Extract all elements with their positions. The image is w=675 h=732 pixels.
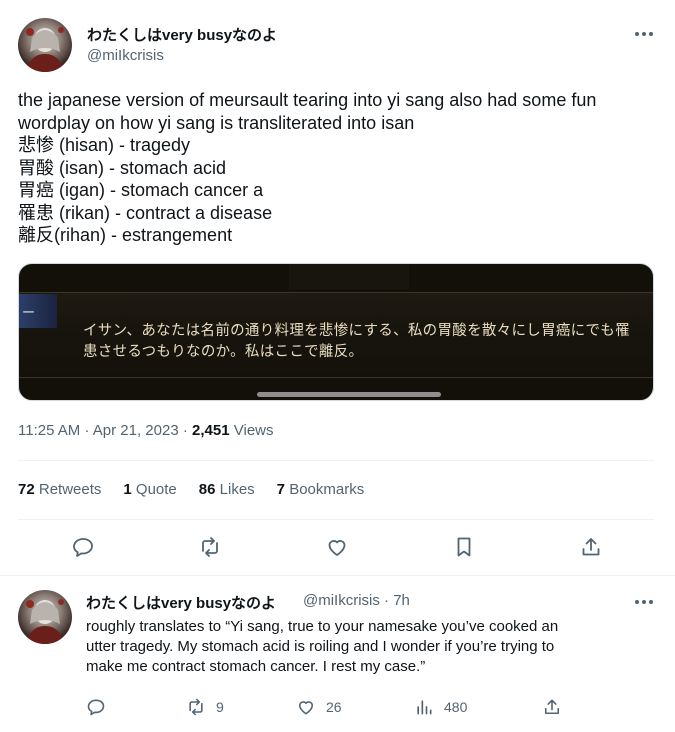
reply-text-line: utter tragedy. My stomach acid is roilin… [86, 638, 555, 655]
reply-like-button[interactable]: 26 [296, 697, 342, 717]
likes-stat[interactable]: 86 Likes [199, 481, 255, 498]
tweet-text-line: 悲惨 (hisan) - tragedy [18, 135, 191, 155]
reply-retweet-button[interactable]: 9 [186, 697, 224, 717]
bookmarks-label: Bookmarks [289, 481, 365, 498]
divider [18, 519, 654, 520]
retweets-count: 72 [18, 481, 35, 498]
share-icon [544, 699, 560, 715]
avatar[interactable] [18, 18, 72, 72]
display-name[interactable]: わたくしはvery busyなのよ [87, 24, 277, 45]
tweet-text: the japanese version of meursault tearin… [18, 89, 658, 247]
tweet-text-line: 胃癌 (igan) - stomach cancer a [18, 180, 264, 200]
media-scrollbar[interactable] [257, 392, 441, 397]
tweet-text-line: 胃酸 (isan) - stomach acid [18, 157, 227, 178]
tweet-media[interactable]: ー イサン、あなたは名前の通り料理を悲惨にする、私の胃酸を散々にし胃癌にでも罹 … [18, 263, 654, 401]
speaker-tag: ー [19, 294, 57, 328]
like-icon [298, 701, 314, 715]
reply-text: roughly translates to “Yi sang, true to … [86, 617, 646, 677]
more-icon[interactable] [632, 24, 656, 44]
reply-icon[interactable] [70, 534, 96, 560]
views-count: 2,451 [192, 422, 230, 439]
reply-reply-button[interactable] [86, 697, 106, 717]
tweet-text-line: wordplay on how yi sang is transliterate… [18, 112, 415, 133]
reply-like-count: 26 [326, 699, 342, 715]
meta-separator: · [84, 422, 93, 439]
reply-views-count: 480 [444, 699, 468, 715]
tweet-stats: 72 Retweets 1 Quote 86 Likes 7 Bookmarks [18, 481, 364, 498]
retweets-stat[interactable]: 72 Retweets [18, 481, 101, 498]
meta-separator: · [182, 422, 193, 439]
reply-display-name[interactable]: わたくしはvery busyなのよ [86, 592, 276, 613]
reply-text-line: make me contract stomach cancer. I rest … [86, 658, 426, 675]
like-icon[interactable] [324, 534, 350, 560]
subtitle-line: 患させるつもりなのか。私はここで離反。 [83, 344, 364, 360]
reply-handle-time[interactable]: @miIkcrisis · 7h [303, 592, 410, 609]
divider [18, 460, 654, 461]
retweet-icon[interactable] [197, 534, 223, 560]
tweet-date[interactable]: Apr 21, 2023 [93, 422, 179, 439]
likes-count: 86 [198, 481, 216, 498]
tweet-time[interactable]: 11:25 AM [18, 422, 80, 439]
retweet-icon [189, 698, 203, 716]
handle[interactable]: @miIkcrisis [87, 47, 164, 64]
bookmarks-stat[interactable]: 7 Bookmarks [277, 481, 365, 498]
tweet-text-line: 離反(rihan) - estrangement [18, 225, 233, 245]
subtitle-line: イサン、あなたは名前の通り料理を悲惨にする、私の胃酸を散々にし胃癌にでも罹 [83, 323, 630, 339]
views-label: Views [233, 422, 274, 439]
reply-more-icon[interactable] [632, 592, 656, 612]
reply-avatar[interactable] [18, 590, 72, 644]
tweet-text-line: the japanese version of meursault tearin… [18, 90, 597, 110]
divider [0, 575, 675, 576]
quotes-label: Quote [135, 481, 177, 498]
reply-share-button[interactable] [542, 697, 562, 717]
reply-text-line: roughly translates to “Yi sang, true to … [86, 618, 559, 635]
bookmarks-count: 7 [276, 481, 286, 498]
quotes-stat[interactable]: 1 Quote [123, 481, 176, 498]
reply-retweet-count: 9 [216, 699, 224, 715]
tweet-meta: 11:25 AM · Apr 21, 2023 · 2,451 Views [18, 422, 274, 439]
likes-label: Likes [219, 481, 255, 498]
reply-icon [87, 699, 105, 716]
reply-views-button[interactable]: 480 [414, 697, 467, 717]
views-icon [417, 700, 432, 715]
retweets-label: Retweets [38, 481, 102, 498]
quotes-count: 1 [123, 481, 132, 498]
tweet-text-line: 罹患 (rikan) - contract a disease [18, 202, 273, 223]
share-icon[interactable] [578, 534, 604, 560]
subtitle-text: イサン、あなたは名前の通り料理を悲惨にする、私の胃酸を散々にし胃癌にでも罹 患さ… [83, 321, 649, 363]
bookmark-icon[interactable] [451, 534, 477, 560]
media-dark-area [289, 264, 409, 290]
